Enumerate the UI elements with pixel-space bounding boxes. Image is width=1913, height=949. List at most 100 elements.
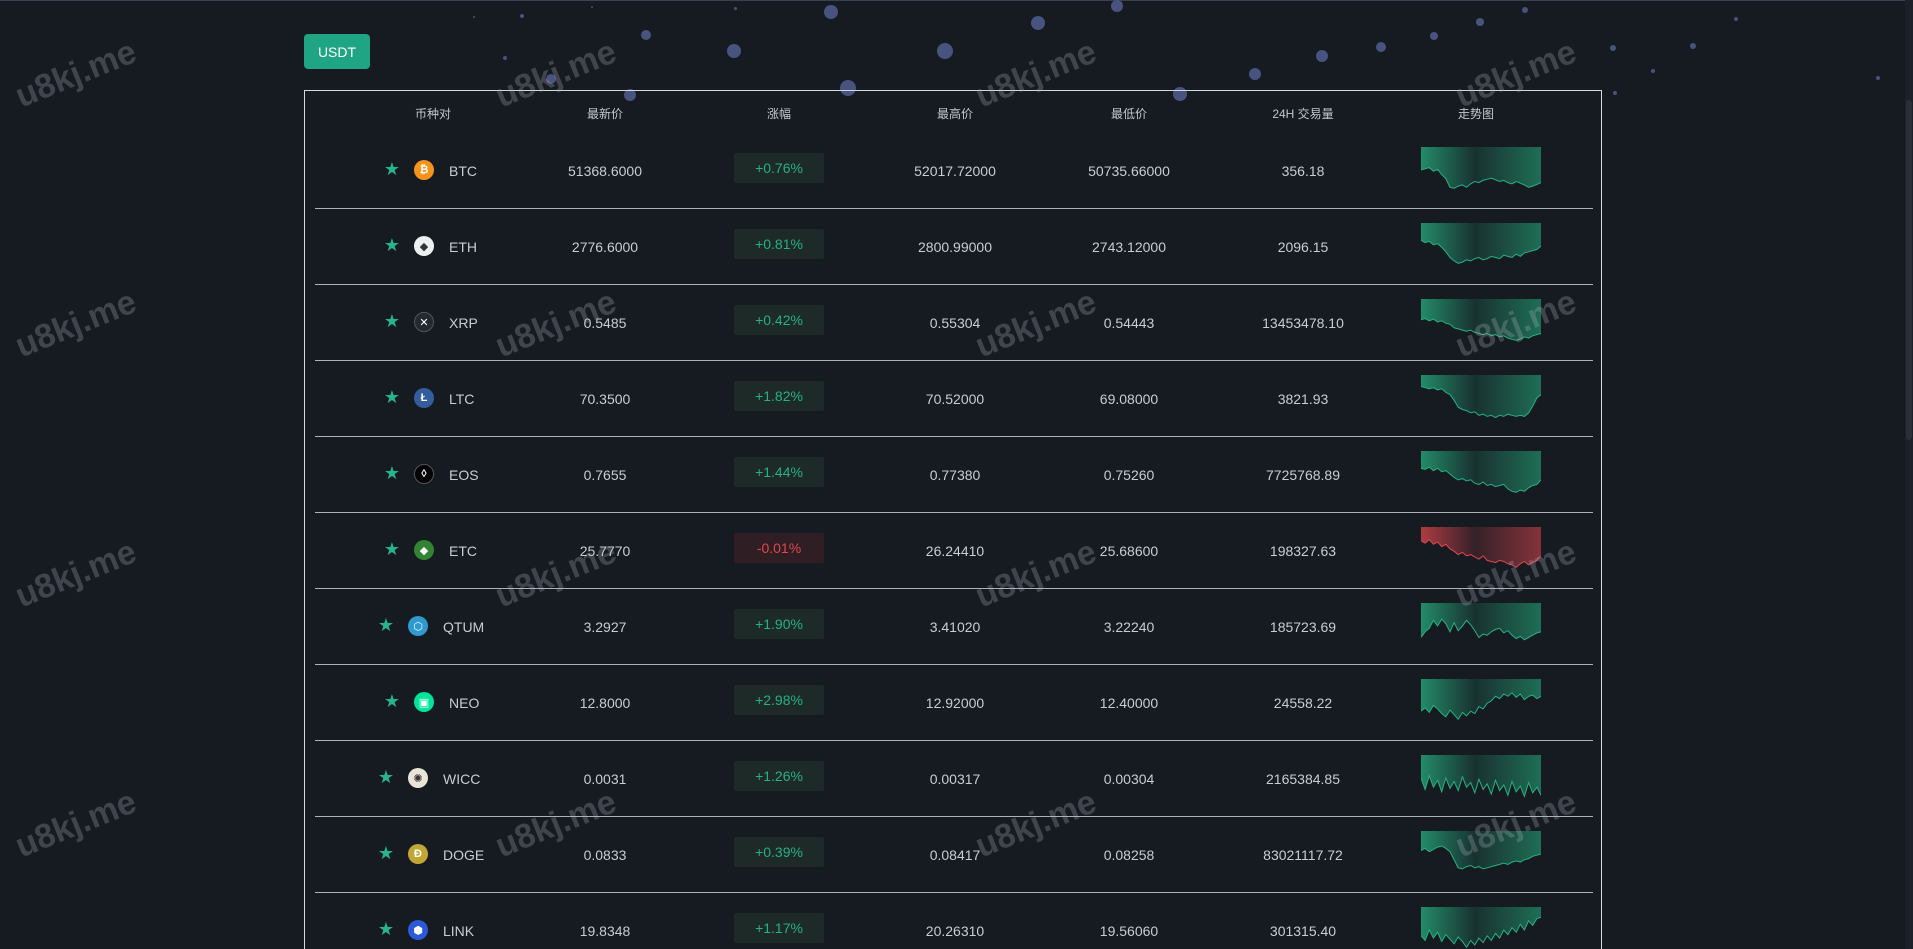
favorite-star-icon[interactable]: ★ (377, 616, 395, 634)
trend-sparkline (1421, 831, 1541, 870)
last-price: 2776.6000 (571, 239, 639, 255)
decorative-bubble (1690, 43, 1696, 49)
high-price: 0.77380 (929, 467, 981, 483)
low-price: 19.56060 (1099, 923, 1159, 939)
decorative-bubble (1610, 45, 1616, 51)
usdt-quote-tab[interactable]: USDT (304, 34, 370, 69)
low-price: 12.40000 (1099, 695, 1159, 711)
trend-sparkline (1421, 679, 1541, 721)
decorative-bubble (937, 43, 953, 59)
last-price: 12.8000 (579, 695, 631, 711)
decorative-bubble (1734, 17, 1738, 21)
high-price: 26.24410 (925, 543, 985, 559)
header-last-price: 最新价 (586, 107, 624, 121)
header-pair: 币种对 (414, 107, 452, 121)
last-price: 0.0031 (583, 771, 627, 787)
waykichain-icon: ✺ (408, 768, 428, 788)
change-badge: +0.76% (734, 153, 824, 183)
last-price: 3.2927 (583, 619, 627, 635)
last-price: 0.7655 (583, 467, 627, 483)
table-row[interactable]: ★ ◆ ETC 25.7770 -0.01% 26.24410 25.68600 198327… (315, 513, 1593, 589)
coin-symbol[interactable]: LINK (443, 923, 474, 939)
trend-sparkline (1421, 603, 1541, 641)
table-row[interactable]: ★ ◆ ETH 2776.6000 +0.81% 2800.99000 2743.12000… (315, 209, 1593, 285)
coin-symbol[interactable]: LTC (449, 391, 474, 407)
low-price: 0.08258 (1103, 847, 1155, 863)
high-price: 0.08417 (929, 847, 981, 863)
table-row[interactable]: ★ ⬢ LINK 19.8348 +1.17% 20.26310 19.56060 30131… (315, 893, 1593, 949)
decorative-bubble (1651, 69, 1655, 73)
coin-symbol[interactable]: QTUM (443, 619, 484, 635)
decorative-bubble (1031, 16, 1045, 30)
favorite-star-icon[interactable]: ★ (383, 540, 401, 558)
volume-24h: 198327.63 (1269, 543, 1337, 559)
high-price: 0.00317 (929, 771, 981, 787)
last-price: 51368.6000 (568, 163, 642, 179)
dogecoin-icon: Ð (408, 844, 428, 864)
change-badge: +0.42% (734, 305, 824, 335)
coin-symbol[interactable]: DOGE (443, 847, 484, 863)
change-badge: +0.81% (734, 229, 824, 259)
low-price: 0.75260 (1103, 467, 1155, 483)
high-price: 12.92000 (925, 695, 985, 711)
table-row[interactable]: ★ ▣ NEO 12.8000 +2.98% 12.92000 12.40000 24558.… (315, 665, 1593, 741)
last-price: 0.0833 (583, 847, 627, 863)
table-row[interactable]: ★ ⬡ QTUM 3.2927 +1.90% 3.41020 3.22240 185723.6… (315, 589, 1593, 665)
scrollbar-thumb[interactable] (1906, 100, 1912, 440)
trend-sparkline (1421, 299, 1541, 341)
change-badge: +1.44% (734, 457, 824, 487)
decorative-bubble (1111, 0, 1123, 12)
chainlink-icon: ⬢ (408, 920, 428, 940)
table-row[interactable]: ★ Ð DOGE 0.0833 +0.39% 0.08417 0.08258 83021117… (315, 817, 1593, 893)
last-price: 70.3500 (579, 391, 631, 407)
decorative-bubble (503, 56, 507, 60)
watermark-text: u8kj.me (10, 32, 142, 116)
sparkline-area (1421, 375, 1541, 418)
last-price: 25.7770 (579, 543, 631, 559)
table-row[interactable]: ★ ✺ WICC 0.0031 +1.26% 0.00317 0.00304 2165384.… (315, 741, 1593, 817)
watermark-text: u8kj.me (10, 532, 142, 616)
favorite-star-icon[interactable]: ★ (383, 312, 401, 330)
last-price: 0.5485 (583, 315, 627, 331)
scrollbar-track[interactable] (1905, 0, 1913, 949)
trend-sparkline (1421, 147, 1541, 189)
coin-symbol[interactable]: XRP (449, 315, 478, 331)
window-top-border (0, 0, 1913, 1)
high-price: 0.55304 (929, 315, 981, 331)
volume-24h: 356.18 (1281, 163, 1325, 179)
coin-symbol[interactable]: WICC (443, 771, 480, 787)
favorite-star-icon[interactable]: ★ (383, 160, 401, 178)
decorative-bubble (641, 30, 651, 40)
table-row[interactable]: ★ ₿ BTC 51368.6000 +0.76% 52017.72000 50735.66… (315, 133, 1593, 209)
coin-symbol[interactable]: ETC (449, 543, 477, 559)
table-row[interactable]: ★ Ł LTC 70.3500 +1.82% 70.52000 69.08000 3821.9… (315, 361, 1593, 437)
volume-24h: 83021117.72 (1263, 847, 1343, 863)
favorite-star-icon[interactable]: ★ (383, 692, 401, 710)
table-row[interactable]: ★ ◊ EOS 0.7655 +1.44% 0.77380 0.75260 7725768.8… (315, 437, 1593, 513)
coin-symbol[interactable]: BTC (449, 163, 477, 179)
change-badge: +1.90% (734, 609, 824, 639)
qtum-icon: ⬡ (408, 616, 428, 636)
header-trend: 走势图 (1457, 107, 1495, 121)
litecoin-icon: Ł (414, 388, 434, 408)
sparkline-area (1421, 679, 1541, 720)
neo-icon: ▣ (414, 692, 434, 712)
favorite-star-icon[interactable]: ★ (383, 236, 401, 254)
coin-symbol[interactable]: EOS (449, 467, 479, 483)
decorative-bubble (1316, 50, 1328, 62)
low-price: 50735.66000 (1088, 163, 1170, 179)
coin-symbol[interactable]: ETH (449, 239, 477, 255)
favorite-star-icon[interactable]: ★ (377, 920, 395, 938)
sparkline-area (1421, 603, 1541, 640)
favorite-star-icon[interactable]: ★ (377, 768, 395, 786)
favorite-star-icon[interactable]: ★ (377, 844, 395, 862)
watermark-text: u8kj.me (10, 282, 142, 366)
favorite-star-icon[interactable]: ★ (383, 464, 401, 482)
change-badge: +1.82% (734, 381, 824, 411)
coin-symbol[interactable]: NEO (449, 695, 479, 711)
favorite-star-icon[interactable]: ★ (383, 388, 401, 406)
table-row[interactable]: ★ ✕ XRP 0.5485 +0.42% 0.55304 0.54443 13453478.… (315, 285, 1593, 361)
decorative-bubble (733, 6, 737, 10)
decorative-bubble (1376, 42, 1386, 52)
sparkline-area (1421, 527, 1541, 568)
